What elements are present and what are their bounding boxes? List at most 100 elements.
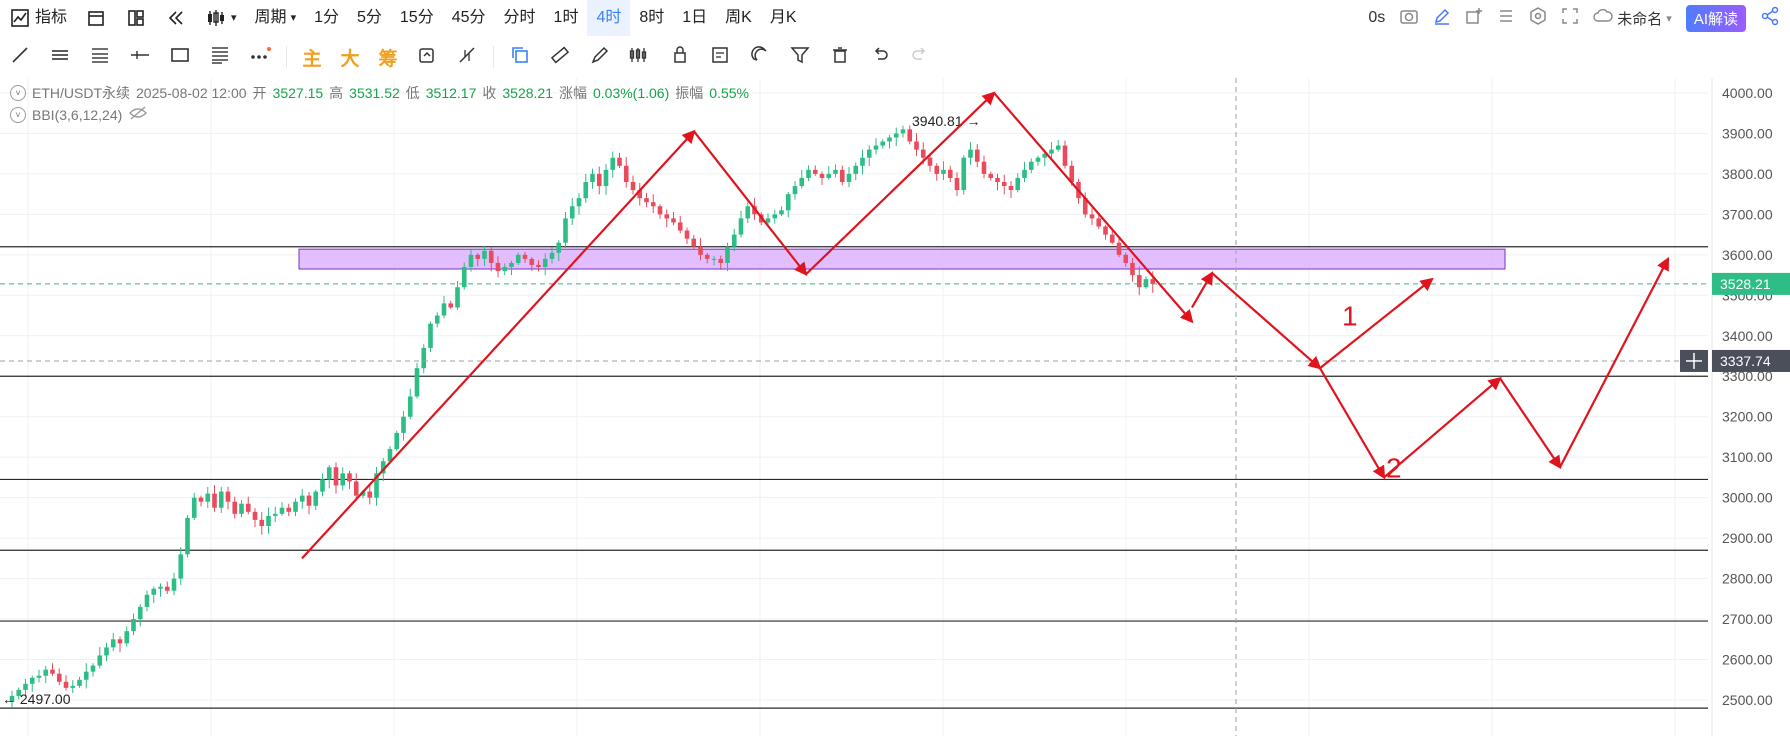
- timeframe-tab[interactable]: 1分: [305, 0, 348, 36]
- projection-arrow[interactable]: [1319, 277, 1434, 370]
- candle-body: [441, 303, 447, 316]
- timeframe-tab[interactable]: 4时: [587, 0, 631, 36]
- resistance-zone[interactable]: [298, 248, 1506, 270]
- collapse-icon[interactable]: ˅: [10, 85, 26, 101]
- indicator-shortcut-button[interactable]: 筹: [369, 36, 407, 78]
- horizontal-line-tool[interactable]: [120, 36, 160, 78]
- collapse-icon[interactable]: ˅: [10, 107, 26, 123]
- redo-button[interactable]: [900, 36, 940, 78]
- timeframe-tab[interactable]: 8时: [630, 0, 673, 36]
- layout-name-dropdown[interactable]: 未命名 ▾: [1593, 8, 1672, 29]
- ai-analysis-button[interactable]: AI解读: [1685, 4, 1746, 32]
- measure-icon: [457, 45, 477, 70]
- calendar-button[interactable]: [76, 0, 116, 36]
- candle-body: [603, 169, 609, 187]
- candle-body: [576, 198, 582, 207]
- timeframe-tab[interactable]: 15分: [391, 0, 443, 36]
- lock-tool[interactable]: [660, 36, 700, 78]
- projection-arrow[interactable]: [993, 92, 1194, 324]
- chevron-down-icon: ▾: [1666, 12, 1672, 25]
- list-icon[interactable]: [1497, 7, 1515, 30]
- text-lines-tool[interactable]: [200, 36, 240, 78]
- projection-arrow[interactable]: [1559, 256, 1670, 468]
- projection-arrow[interactable]: [301, 129, 696, 560]
- layout-button[interactable]: [116, 0, 156, 36]
- datetime-label: 2025-08-02 12:00: [136, 85, 247, 101]
- period-dropdown[interactable]: 周期 ▾: [246, 0, 306, 36]
- candle-body: [131, 619, 136, 632]
- projection-arrow[interactable]: [1191, 271, 1214, 308]
- timeframe-tab[interactable]: 分时: [495, 0, 545, 36]
- candle-body: [218, 491, 224, 508]
- candle-body: [286, 507, 292, 512]
- y-axis-tick-label: 3600.00: [1722, 247, 1773, 263]
- price-chart[interactable]: 2500.00 2600.00 2700.00 2800.00 2900.00 3000.…: [0, 78, 1790, 736]
- y-axis-tick-label: 3000.00: [1722, 490, 1773, 506]
- timeframe-tab[interactable]: 1日: [673, 0, 716, 36]
- channel-icon: [50, 45, 70, 70]
- undo-button[interactable]: [860, 36, 900, 78]
- more-icon: [249, 45, 271, 70]
- candle-body: [880, 141, 886, 146]
- fib-tool[interactable]: [80, 36, 120, 78]
- lock-icon: [670, 45, 690, 70]
- indicator-icon: [9, 7, 31, 29]
- filter-tool[interactable]: [780, 36, 820, 78]
- brush-tool[interactable]: [580, 36, 620, 78]
- candle-body: [718, 258, 724, 263]
- pencil-icon[interactable]: [1433, 7, 1451, 30]
- copy-tool[interactable]: [500, 36, 540, 78]
- candle-body: [272, 513, 278, 516]
- y-axis-tick-label: 2600.00: [1722, 652, 1773, 668]
- share-icon[interactable]: [1760, 6, 1780, 31]
- fullscreen-icon[interactable]: [1561, 7, 1579, 30]
- candle-body: [644, 198, 649, 203]
- ruler-tool[interactable]: [540, 36, 580, 78]
- chart-type-button[interactable]: ▾: [196, 0, 246, 36]
- low-marker-label: ← 2497.00: [2, 691, 71, 707]
- close-value: 3528.21: [502, 85, 553, 101]
- candle-body: [56, 673, 62, 682]
- projection-arrow[interactable]: [1319, 367, 1386, 480]
- delete-tool[interactable]: [820, 36, 860, 78]
- settings-icon[interactable]: [1529, 6, 1547, 30]
- indicator-shortcut-button[interactable]: 主: [293, 36, 331, 78]
- candle-body: [596, 173, 602, 187]
- camera-icon[interactable]: [1399, 7, 1419, 30]
- candle-body: [293, 501, 298, 512]
- note-tool[interactable]: [700, 36, 740, 78]
- candle-body: [83, 671, 89, 680]
- fibonacci-icon: [90, 45, 110, 70]
- candle-body: [772, 214, 778, 219]
- rectangle-tool[interactable]: [160, 36, 200, 78]
- pattern-tool[interactable]: [620, 36, 660, 78]
- sync-tool[interactable]: [407, 36, 447, 78]
- candle-body: [340, 473, 346, 486]
- eye-hidden-icon[interactable]: [128, 104, 148, 126]
- measure-tool[interactable]: [447, 36, 487, 78]
- magnet-tool[interactable]: [740, 36, 780, 78]
- open-value: 3527.15: [272, 85, 324, 101]
- indicator-shortcut-button[interactable]: 大: [331, 36, 369, 78]
- indicator-button[interactable]: 指标: [0, 0, 76, 36]
- timeframe-tab[interactable]: 45分: [443, 0, 495, 36]
- rewind-icon: [165, 7, 187, 29]
- candle-body: [1055, 145, 1061, 150]
- timeframe-tab[interactable]: 周K: [716, 0, 761, 36]
- add-window-icon[interactable]: [1465, 7, 1483, 30]
- projection-arrow[interactable]: [1499, 377, 1562, 470]
- candle-body: [1008, 186, 1014, 191]
- replay-button[interactable]: [156, 0, 196, 36]
- candle-body: [70, 685, 76, 688]
- text-lines-icon: [210, 45, 230, 70]
- timeframe-tab[interactable]: 1时: [545, 0, 588, 36]
- y-axis-tick-label: 2900.00: [1722, 530, 1773, 546]
- trendline-tool[interactable]: [0, 36, 40, 78]
- parallel-channel-tool[interactable]: [40, 36, 80, 78]
- more-tools-button[interactable]: [240, 36, 280, 78]
- candle-body: [522, 254, 528, 259]
- timeframe-tab[interactable]: 5分: [348, 0, 391, 36]
- projection-arrow[interactable]: [1211, 272, 1322, 370]
- candle-body: [846, 173, 852, 182]
- timeframe-tab[interactable]: 月K: [761, 0, 806, 36]
